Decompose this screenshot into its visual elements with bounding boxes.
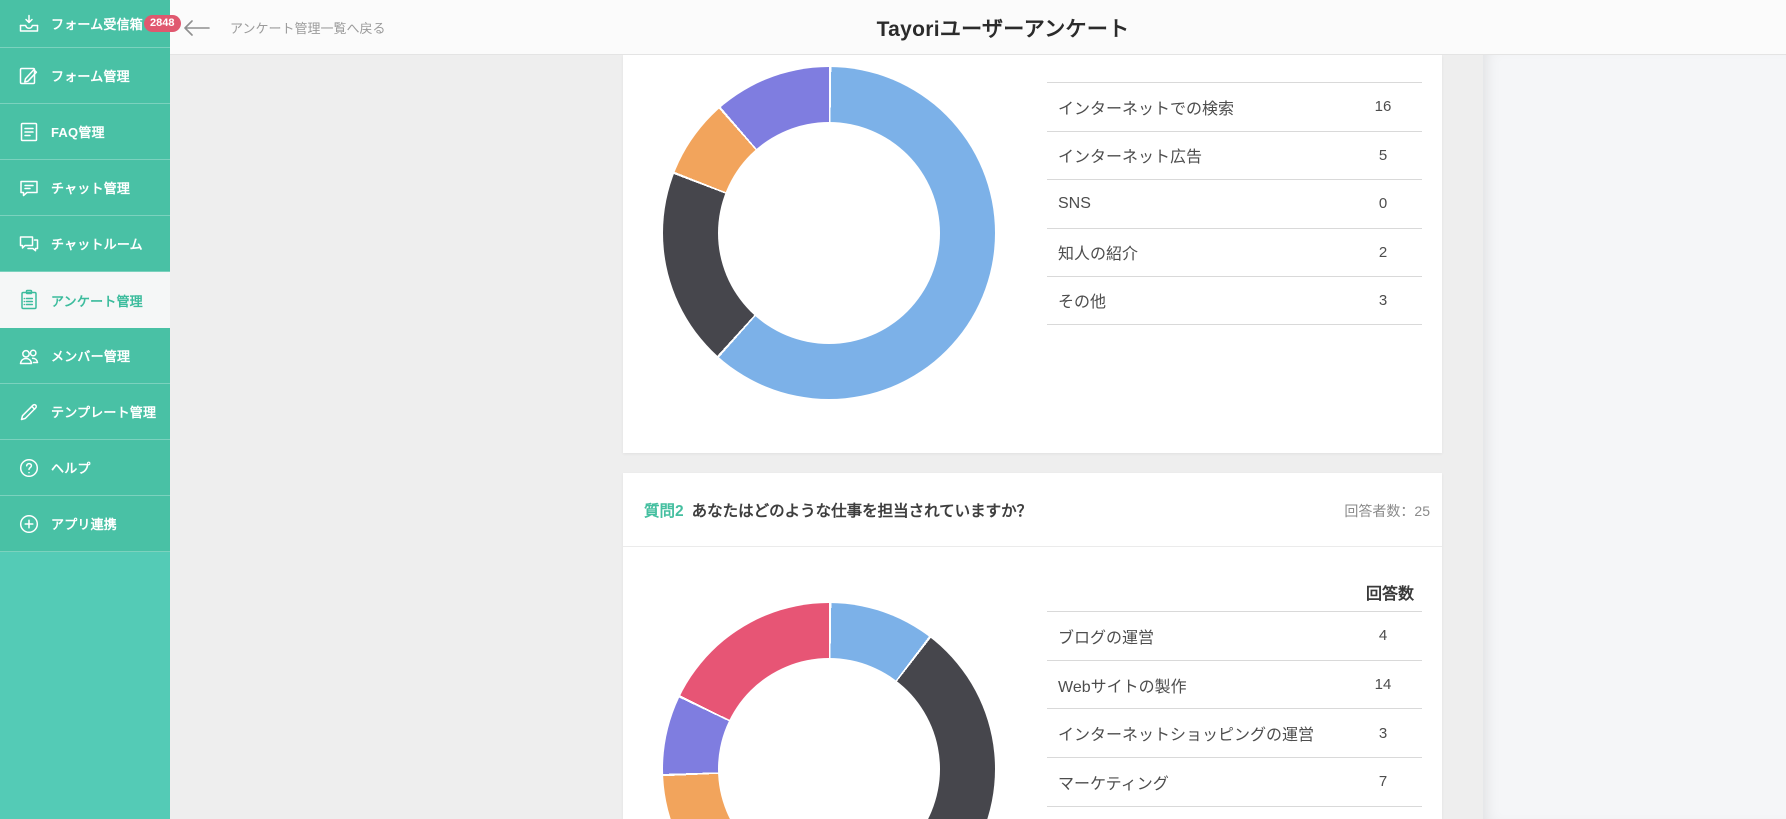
back-link-label: アンケート管理一覧へ戻る	[230, 18, 385, 37]
sidebar: フォーム受信箱 2848 フォーム管理 FAQ管理 チャット管理 チ	[0, 0, 170, 819]
question2-donut-chart[interactable]	[663, 603, 995, 819]
inbox-icon	[16, 11, 42, 37]
table-row: ブログの運営 4	[1047, 611, 1422, 660]
page-title: Tayoriユーザーアンケート	[877, 0, 1130, 55]
table-row: その他 3	[1047, 276, 1422, 325]
sidebar-item-label: アプリ連携	[51, 514, 117, 533]
table-row: 知人の紹介 2	[1047, 228, 1422, 277]
template-pencil-icon	[16, 399, 42, 425]
question2-answer-table: 回答数 ブログの運営 4 Webサイトの製作 14 インターネットショッピングの…	[1047, 572, 1422, 819]
members-icon	[16, 343, 42, 369]
table-row: インターネットショッピングの運営 3	[1047, 708, 1422, 757]
sidebar-item-member-manage[interactable]: メンバー管理	[0, 328, 170, 384]
answer-label: 知人の紹介	[1047, 240, 1344, 264]
sidebar-item-form-inbox[interactable]: フォーム受信箱 2848	[0, 0, 170, 48]
respondent-count: 回答者数：25	[1344, 501, 1430, 521]
chat-room-icon	[16, 231, 42, 257]
app-link-icon	[16, 511, 42, 537]
sidebar-item-chat-room[interactable]: チャットルーム	[0, 216, 170, 272]
table-row	[1047, 806, 1422, 819]
sidebar-item-label: フォーム受信箱	[51, 14, 143, 33]
help-icon	[16, 455, 42, 481]
right-background-panel	[1483, 55, 1786, 819]
question-number-badge: 質問2	[644, 499, 684, 521]
back-arrow-icon	[183, 20, 210, 36]
sidebar-item-label: FAQ管理	[51, 122, 105, 141]
question1-answer-table: インターネットでの検索 16 インターネット広告 5 SNS 0 知人の紹介 2…	[1047, 82, 1422, 325]
donut-hole	[718, 122, 940, 344]
question1-card: インターネットでの検索 16 インターネット広告 5 SNS 0 知人の紹介 2…	[623, 55, 1442, 453]
answer-count-header: 回答数	[1366, 580, 1422, 604]
inbox-count-badge: 2848	[144, 15, 180, 32]
sidebar-item-label: チャット管理	[51, 178, 130, 197]
back-to-survey-list-link[interactable]: アンケート管理一覧へ戻る	[183, 0, 385, 55]
sidebar-item-faq-manage[interactable]: FAQ管理	[0, 104, 170, 160]
sidebar-item-chat-manage[interactable]: チャット管理	[0, 160, 170, 216]
sidebar-item-label: メンバー管理	[51, 346, 130, 365]
survey-clipboard-icon	[16, 287, 42, 313]
answer-count: 16	[1344, 98, 1422, 115]
answer-label: その他	[1047, 288, 1344, 312]
form-edit-icon	[16, 63, 42, 89]
question2-header: 質問2 あなたはどのような仕事を担当されていますか？ 回答者数：25	[623, 473, 1442, 547]
answer-count: 7	[1344, 773, 1422, 790]
table-row: マーケティング 7	[1047, 757, 1422, 806]
answer-label: Webサイトの製作	[1047, 673, 1344, 697]
sidebar-item-label: ヘルプ	[51, 458, 91, 477]
sidebar-item-template-manage[interactable]: テンプレート管理	[0, 384, 170, 440]
sidebar-item-label: アンケート管理	[51, 291, 143, 310]
question-text: あなたはどのような仕事を担当されていますか？	[692, 499, 1033, 521]
answer-count: 5	[1344, 147, 1422, 164]
sidebar-item-app-link[interactable]: アプリ連携	[0, 496, 170, 552]
sidebar-item-form-manage[interactable]: フォーム管理	[0, 48, 170, 104]
table-row: Webサイトの製作 14	[1047, 660, 1422, 709]
answer-count: 3	[1344, 292, 1422, 309]
answer-label: ブログの運営	[1047, 624, 1344, 648]
answer-count: 2	[1344, 244, 1422, 261]
sidebar-item-label: テンプレート管理	[51, 402, 156, 421]
table-header-row: 回答数	[1047, 572, 1422, 611]
sidebar-item-label: チャットルーム	[51, 234, 143, 253]
faq-document-icon	[16, 119, 42, 145]
answer-count: 3	[1344, 725, 1422, 742]
answer-label: SNS	[1047, 195, 1344, 213]
question2-card: 質問2 あなたはどのような仕事を担当されていますか？ 回答者数：25 回答数 ブ…	[623, 473, 1442, 819]
answer-label: インターネット広告	[1047, 143, 1344, 167]
sidebar-item-survey-manage[interactable]: アンケート管理	[0, 272, 170, 328]
answer-count: 0	[1344, 195, 1422, 212]
app-window: フォーム受信箱 2848 フォーム管理 FAQ管理 チャット管理 チ	[0, 0, 1786, 819]
table-row: SNS 0	[1047, 179, 1422, 228]
answer-label: インターネットでの検索	[1047, 95, 1344, 119]
survey-results-content: インターネットでの検索 16 インターネット広告 5 SNS 0 知人の紹介 2…	[170, 55, 1483, 819]
answer-label: マーケティング	[1047, 770, 1344, 794]
table-row: インターネット広告 5	[1047, 131, 1422, 180]
donut-hole	[718, 658, 940, 819]
top-bar: アンケート管理一覧へ戻る Tayoriユーザーアンケート	[170, 0, 1786, 55]
answer-label: インターネットショッピングの運営	[1047, 721, 1344, 745]
answer-count: 4	[1344, 627, 1422, 644]
chat-bubble-icon	[16, 175, 42, 201]
sidebar-item-help[interactable]: ヘルプ	[0, 440, 170, 496]
sidebar-item-label: フォーム管理	[51, 66, 130, 85]
table-row: インターネットでの検索 16	[1047, 82, 1422, 131]
question1-donut-chart[interactable]	[663, 67, 995, 399]
answer-count: 14	[1344, 676, 1422, 693]
